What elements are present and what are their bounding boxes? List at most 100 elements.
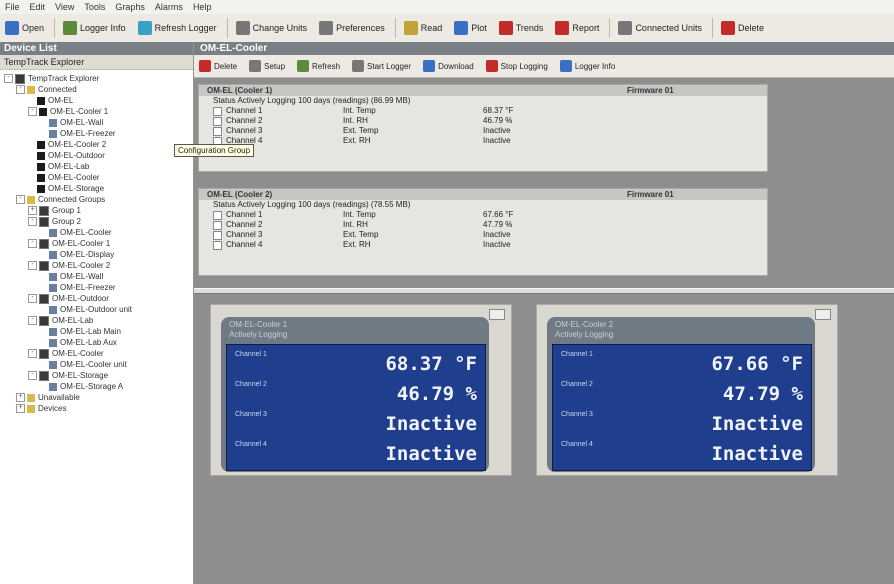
collapse-icon[interactable]: - <box>28 239 37 248</box>
read-button[interactable]: Read <box>399 17 448 39</box>
tree-node[interactable]: OM-EL <box>0 95 193 106</box>
collapse-icon[interactable]: - <box>28 107 37 116</box>
menu-item-view[interactable]: View <box>50 2 79 12</box>
tree-node-label: OM-EL-Display <box>60 250 115 259</box>
tree-node[interactable]: OM-EL-Display <box>0 249 193 260</box>
setup-button[interactable]: Setup <box>244 57 290 75</box>
tree-node[interactable]: OM-EL-Outdoor unit <box>0 304 193 315</box>
tree-node[interactable]: - OM-EL-Cooler <box>0 348 193 359</box>
lcd-reading-row: Channel 4 Inactive <box>553 439 811 469</box>
collapse-icon[interactable]: - <box>28 371 37 380</box>
tree-node[interactable]: OM-EL-Wall <box>0 117 193 128</box>
delete-button[interactable]: Delete <box>194 57 242 75</box>
collapse-icon[interactable]: - <box>16 195 25 204</box>
tree-node[interactable]: OM-EL-Cooler 2 <box>0 139 193 150</box>
node-spacer <box>40 383 47 390</box>
delete-button[interactable]: Delete <box>716 17 769 39</box>
tree-node-label: OM-EL-Cooler 2 <box>52 261 111 270</box>
menu-item-help[interactable]: Help <box>188 2 217 12</box>
collapse-icon[interactable]: - <box>28 294 37 303</box>
group-icon <box>39 260 49 271</box>
channel-checkbox[interactable] <box>213 106 222 116</box>
tree-node[interactable]: OM-EL-Lab Aux <box>0 337 193 348</box>
channel-checkbox[interactable] <box>213 240 222 250</box>
channel-checkbox[interactable] <box>213 210 222 220</box>
tree-node[interactable]: - OM-EL-Cooler 2 <box>0 260 193 271</box>
menu-item-file[interactable]: File <box>0 2 25 12</box>
logger-group[interactable]: OM-EL (Cooler 2) Firmware 01 Status Active… <box>198 188 768 276</box>
collapse-icon[interactable]: - <box>16 85 25 94</box>
tree-node[interactable]: OM-EL-Storage A <box>0 381 193 392</box>
download-button[interactable]: Download <box>418 57 479 75</box>
channel-checkbox[interactable] <box>213 230 222 240</box>
channel-checkbox[interactable] <box>213 116 222 126</box>
tree-node[interactable]: + Group 1 <box>0 205 193 216</box>
tree-node[interactable]: - OM-EL-Storage <box>0 370 193 381</box>
tree-node[interactable]: - OM-EL-Cooler 1 <box>0 238 193 249</box>
channel-row[interactable]: Channel 3 Ext. Temp Inactive <box>199 230 767 240</box>
tree-node[interactable]: OM-EL-Lab Main <box>0 326 193 337</box>
group-header[interactable]: OM-EL (Cooler 2) Firmware 01 <box>199 189 767 200</box>
lcd-header-status: Actively Logging <box>229 330 288 339</box>
tree-node[interactable]: OM-EL-Storage <box>0 183 193 194</box>
change-units-button[interactable]: Change Units <box>231 17 313 39</box>
collapse-icon[interactable]: - <box>4 74 13 83</box>
report-button[interactable]: Report <box>550 17 604 39</box>
stop-logging-button[interactable]: Stop Logging <box>481 57 553 75</box>
channel-checkbox[interactable] <box>213 126 222 136</box>
collapse-icon[interactable]: - <box>28 316 37 325</box>
maximize-button[interactable] <box>815 309 831 320</box>
open-button[interactable]: Open <box>0 17 49 39</box>
channel-row[interactable]: Channel 1 Int. Temp 68.37 °F <box>199 106 767 116</box>
logger-info-button[interactable]: Logger Info <box>58 17 131 39</box>
tree-node[interactable]: OM-EL-Freezer <box>0 128 193 139</box>
trends-button[interactable]: Trends <box>494 17 549 39</box>
menu-item-alarms[interactable]: Alarms <box>150 2 188 12</box>
group-header[interactable]: OM-EL (Cooler 1) Firmware 01 <box>199 85 767 96</box>
refresh-logger-button[interactable]: Refresh Logger <box>133 17 222 39</box>
collapse-icon[interactable]: - <box>28 217 37 226</box>
lcd-reading-value: Inactive <box>711 443 803 465</box>
status-text: Status Actively Logging 100 days (readin… <box>213 96 411 105</box>
tree-node[interactable]: OM-EL-Wall <box>0 271 193 282</box>
tree-node[interactable]: - OM-EL-Outdoor <box>0 293 193 304</box>
tree-node[interactable]: OM-EL-Cooler unit <box>0 359 193 370</box>
channel-row[interactable]: Channel 4 Ext. RH Inactive <box>199 240 767 250</box>
tree-node[interactable]: - Group 2 <box>0 216 193 227</box>
channel-row[interactable]: Channel 2 Int. RH 47.79 % <box>199 220 767 230</box>
tree-node[interactable]: OM-EL-Cooler <box>0 227 193 238</box>
maximize-button[interactable] <box>489 309 505 320</box>
logger-info-button[interactable]: Logger Info <box>555 57 620 75</box>
tree-node[interactable]: - OM-EL-Cooler 1 <box>0 106 193 117</box>
expand-icon[interactable]: + <box>16 404 25 413</box>
tree-node[interactable]: OM-EL-Outdoor <box>0 150 193 161</box>
plot-button[interactable]: Plot <box>449 17 492 39</box>
channel-checkbox[interactable] <box>213 220 222 230</box>
menu-item-edit[interactable]: Edit <box>25 2 51 12</box>
expand-icon[interactable]: + <box>16 393 25 402</box>
channel-row[interactable]: Channel 3 Ext. Temp Inactive <box>199 126 767 136</box>
splitter[interactable] <box>194 288 894 294</box>
expand-icon[interactable]: + <box>28 206 37 215</box>
menu-item-tools[interactable]: Tools <box>79 2 110 12</box>
connected-units-button[interactable]: Connected Units <box>613 17 707 39</box>
collapse-icon[interactable]: - <box>28 261 37 270</box>
logger-group[interactable]: OM-EL (Cooler 1) Firmware 01 Status Active… <box>198 84 768 172</box>
refresh-button[interactable]: Refresh <box>292 57 345 75</box>
tree-node[interactable]: OM-EL-Lab <box>0 161 193 172</box>
start-logger-button[interactable]: Start Logger <box>347 57 416 75</box>
tree-node[interactable]: OM-EL-Cooler <box>0 172 193 183</box>
channel-row[interactable]: Channel 4 Ext. RH Inactive <box>199 136 767 146</box>
tree-node[interactable]: - OM-EL-Lab <box>0 315 193 326</box>
channel-row[interactable]: Channel 1 Int. Temp 67.66 °F <box>199 210 767 220</box>
preferences-button[interactable]: Preferences <box>314 17 390 39</box>
tree-node[interactable]: - TempTrack Explorer <box>0 73 193 84</box>
tree-node[interactable]: OM-EL-Freezer <box>0 282 193 293</box>
tree-node[interactable]: - Connected Groups <box>0 194 193 205</box>
tree-node[interactable]: + Unavailable <box>0 392 193 403</box>
collapse-icon[interactable]: - <box>28 349 37 358</box>
menu-item-graphs[interactable]: Graphs <box>110 2 150 12</box>
tree-node[interactable]: + Devices <box>0 403 193 414</box>
channel-row[interactable]: Channel 2 Int. RH 46.79 % <box>199 116 767 126</box>
tree-node[interactable]: - Connected <box>0 84 193 95</box>
